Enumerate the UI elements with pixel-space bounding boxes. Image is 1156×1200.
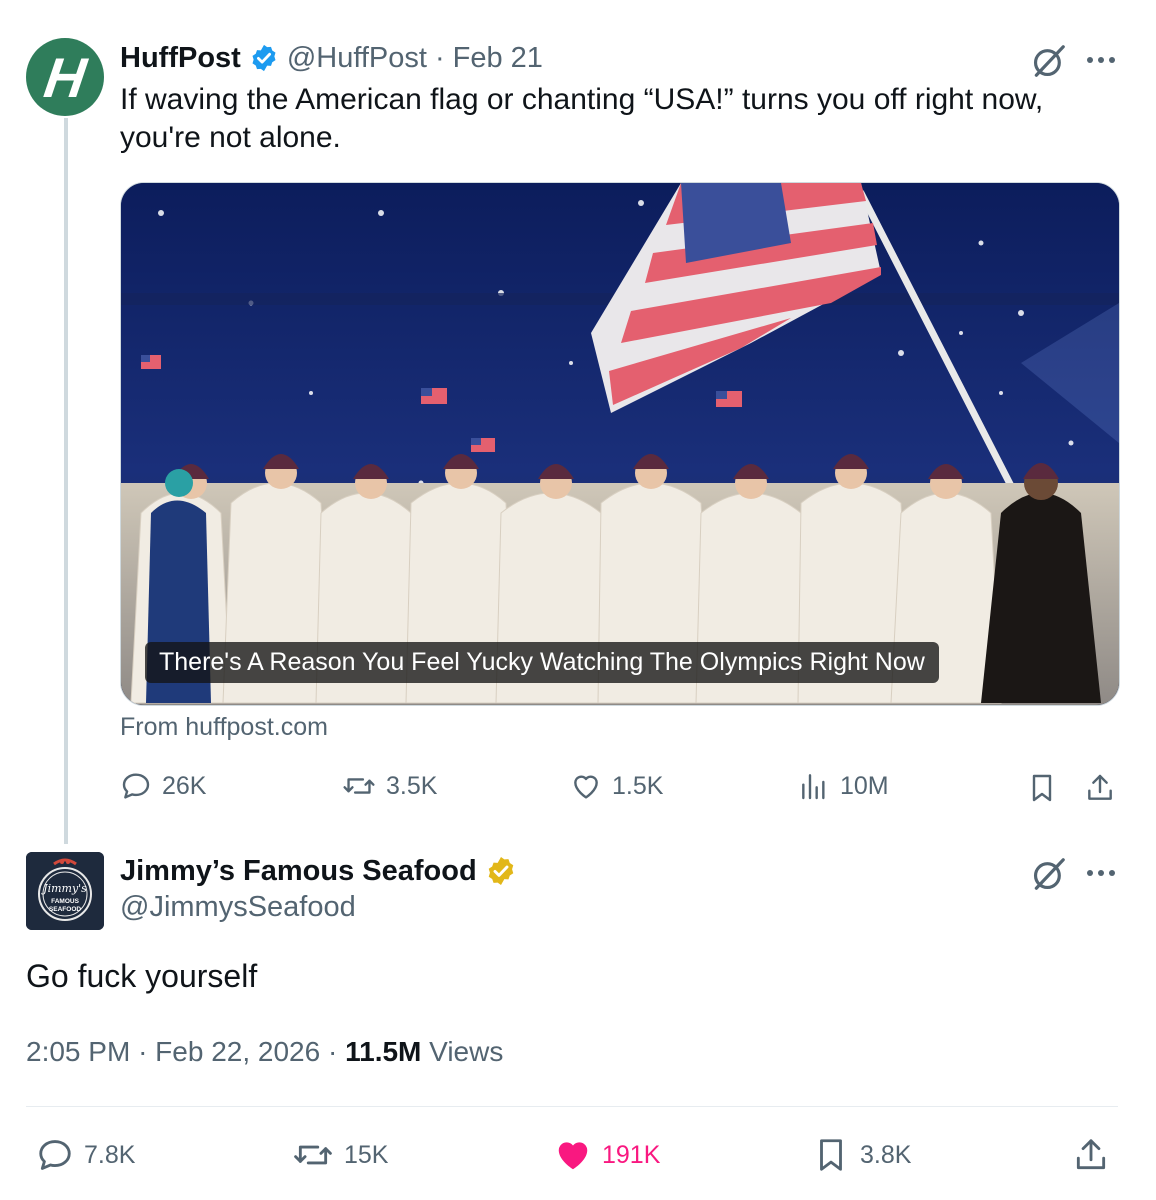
like-button[interactable]: 1.5K bbox=[570, 770, 663, 802]
tweet-meta: 2:05 PM · Feb 22, 2026 · 11.5M Views bbox=[26, 1036, 503, 1068]
huffpost-avatar[interactable]: H bbox=[26, 38, 104, 116]
avatar-letter: H bbox=[40, 45, 90, 109]
grok-icon[interactable] bbox=[1030, 855, 1068, 893]
link-card-image[interactable]: There's A Reason You Feel Yucky Watching… bbox=[120, 182, 1120, 706]
repost-button[interactable]: 15K bbox=[292, 1136, 388, 1174]
views-count: 11.5M bbox=[345, 1036, 422, 1067]
reply-button[interactable]: 7.8K bbox=[36, 1136, 135, 1174]
verified-badge-icon bbox=[252, 44, 276, 72]
reply-button[interactable]: 26K bbox=[120, 770, 206, 802]
views-icon bbox=[802, 774, 825, 800]
more-icon[interactable] bbox=[1084, 863, 1118, 883]
grok-icon[interactable] bbox=[1030, 42, 1068, 80]
reply-count: 26K bbox=[162, 771, 207, 800]
author-handle[interactable]: @HuffPost bbox=[287, 42, 427, 75]
repost-icon bbox=[294, 1145, 332, 1165]
like-count: 1.5K bbox=[612, 771, 664, 800]
share-icon[interactable] bbox=[1084, 772, 1116, 804]
tweet-time[interactable]: 2:05 PM bbox=[26, 1036, 130, 1067]
repost-button[interactable]: 3.5K bbox=[342, 770, 437, 802]
reply-text: Go fuck yourself bbox=[26, 958, 258, 994]
author-name[interactable]: Jimmy’s Famous Seafood bbox=[120, 855, 477, 888]
reply-icon bbox=[39, 1140, 71, 1170]
share-icon[interactable] bbox=[1072, 1136, 1110, 1174]
author-handle[interactable]: @JimmysSeafood bbox=[120, 891, 356, 924]
more-icon[interactable] bbox=[1084, 50, 1118, 70]
jimmys-logo: Jimmy's FAMOUS SEAFOOD bbox=[26, 852, 104, 930]
reply-header: Jimmy’s Famous Seafood bbox=[120, 851, 517, 891]
views-count: 10M bbox=[840, 771, 889, 800]
views-label: Views bbox=[429, 1036, 504, 1067]
repost-count: 15K bbox=[344, 1140, 389, 1169]
tweet-date[interactable]: Feb 21 bbox=[453, 42, 543, 75]
olympics-photo bbox=[121, 183, 1119, 705]
repost-icon bbox=[343, 778, 375, 794]
tweet-text: If waving the American flag or chanting … bbox=[120, 83, 1044, 154]
tweet-header: HuffPost @HuffPost · Feb 21 bbox=[120, 38, 543, 78]
separator-dot: · bbox=[434, 41, 445, 74]
reply-icon bbox=[122, 773, 150, 799]
author-name[interactable]: HuffPost bbox=[120, 42, 241, 75]
svg-text:FAMOUS: FAMOUS bbox=[51, 898, 79, 905]
svg-text:SEAFOOD: SEAFOOD bbox=[49, 906, 81, 913]
card-headline: There's A Reason You Feel Yucky Watching… bbox=[145, 642, 939, 683]
like-button[interactable]: 191K bbox=[554, 1136, 660, 1174]
separator-dot: · bbox=[327, 1036, 338, 1067]
svg-text:Jimmy's: Jimmy's bbox=[41, 882, 87, 895]
bookmark-icon[interactable] bbox=[1026, 772, 1058, 804]
jimmys-seafood-avatar[interactable]: Jimmy's FAMOUS SEAFOOD bbox=[26, 852, 104, 930]
views-button[interactable]: 10M bbox=[798, 770, 889, 802]
like-icon bbox=[574, 775, 598, 799]
separator-dot: · bbox=[138, 1036, 148, 1067]
thread-connector-line bbox=[64, 118, 68, 844]
bookmark-count: 3.8K bbox=[860, 1140, 912, 1169]
verified-badge-icon bbox=[488, 857, 513, 885]
like-count: 191K bbox=[602, 1140, 661, 1169]
divider bbox=[26, 1106, 1118, 1107]
tweet-date[interactable]: Feb 22, 2026 bbox=[155, 1036, 320, 1067]
bookmark-icon bbox=[820, 1139, 842, 1171]
like-icon bbox=[558, 1142, 588, 1170]
bookmark-button[interactable]: 3.8K bbox=[812, 1136, 911, 1174]
card-source[interactable]: From huffpost.com bbox=[120, 713, 328, 742]
reply-count: 7.8K bbox=[84, 1140, 136, 1169]
repost-count: 3.5K bbox=[386, 771, 438, 800]
